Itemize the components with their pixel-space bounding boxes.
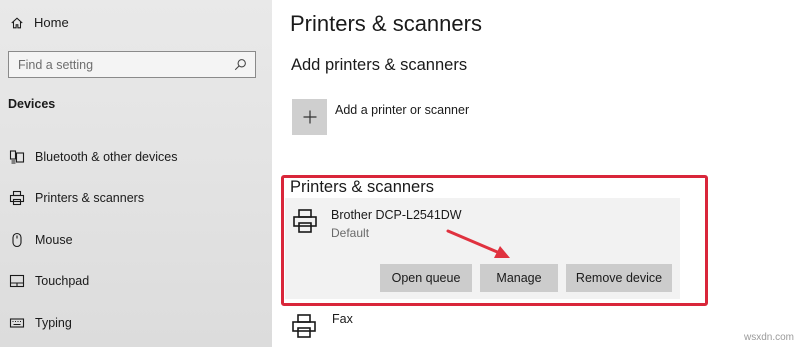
open-queue-button[interactable]: Open queue (380, 264, 472, 292)
home-link[interactable]: Home (10, 15, 69, 30)
section-label-devices: Devices (8, 97, 56, 111)
add-tile[interactable] (292, 99, 327, 135)
sidebar-item-bluetooth[interactable]: Bluetooth & other devices (8, 149, 177, 165)
plus-icon (303, 110, 316, 124)
printer-status: Default (331, 226, 370, 240)
sidebar-item-label: Mouse (35, 233, 73, 247)
page-title: Printers & scanners (290, 11, 482, 36)
main-content: Printers & scanners Add printers & scann… (272, 0, 800, 347)
search-input[interactable]: Find a setting (8, 51, 256, 78)
printer-icon (293, 209, 317, 233)
printer-icon (9, 190, 25, 206)
remove-device-button[interactable]: Remove device (566, 264, 672, 292)
fax-printer-icon (292, 314, 316, 338)
sidebar: Home Find a setting Devices Bluetooth & … (0, 0, 272, 347)
printer-name: Brother DCP-L2541DW (331, 208, 462, 222)
add-printer-label: Add a printer or scanner (335, 103, 470, 117)
sidebar-item-typing[interactable]: Typing (8, 315, 72, 331)
search-icon[interactable] (234, 58, 247, 71)
section-title-add: Add printers & scanners (291, 56, 468, 74)
sidebar-item-printers[interactable]: Printers & scanners (8, 190, 144, 206)
bluetooth-devices-icon (9, 150, 25, 164)
sidebar-item-label: Typing (35, 316, 72, 330)
sidebar-item-label: Touchpad (35, 274, 90, 288)
touchpad-icon (9, 274, 25, 288)
sidebar-item-mouse[interactable]: Mouse (8, 232, 73, 248)
fax-printer-name[interactable]: Fax (332, 312, 353, 326)
sidebar-item-label: Bluetooth & other devices (35, 150, 178, 164)
home-icon (11, 16, 23, 28)
section-title-list: Printers & scanners (290, 178, 434, 196)
printer-item-brother[interactable]: Brother DCP-L2541DW Default Open queue M… (285, 198, 680, 299)
keyboard-icon (9, 318, 25, 328)
home-label: Home (34, 15, 69, 30)
sidebar-item-touchpad[interactable]: Touchpad (8, 273, 89, 289)
search-placeholder: Find a setting (18, 57, 94, 72)
mouse-icon (12, 232, 22, 248)
watermark: wsxdn.com (743, 332, 794, 343)
sidebar-item-label: Printers & scanners (35, 191, 145, 205)
manage-button[interactable]: Manage (480, 264, 558, 292)
add-printer-button[interactable]: Add a printer or scanner (292, 99, 469, 135)
